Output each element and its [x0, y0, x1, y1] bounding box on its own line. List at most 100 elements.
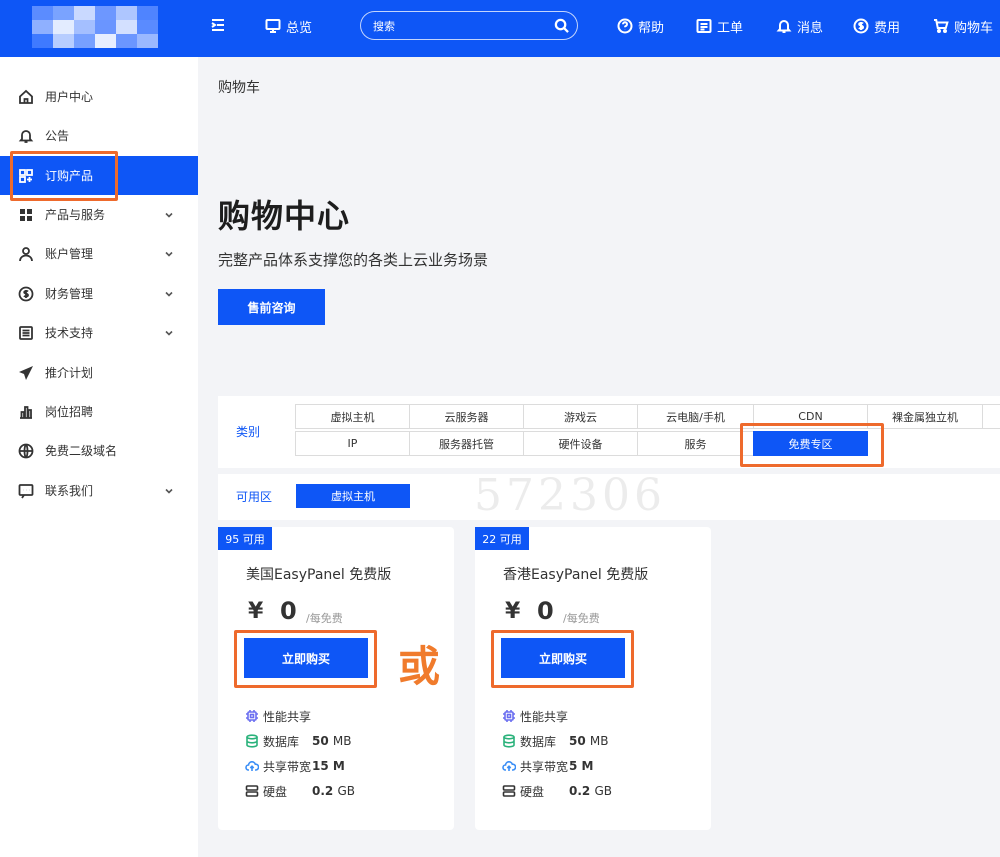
availability-badge: 22 可用: [475, 527, 529, 550]
feature-cpu: 性能共享: [245, 707, 311, 725]
feature-bandwidth: 共享带宽 15 M: [245, 757, 345, 775]
sidebar-item-label: 财务管理: [45, 287, 94, 301]
grid-icon: [20, 208, 32, 221]
category-virtual-host[interactable]: 虚拟主机: [295, 404, 410, 429]
chevron-down-icon: [165, 330, 173, 336]
category-more[interactable]: [982, 404, 1000, 429]
cart-icon: [934, 19, 949, 33]
sidebar-item-announcements[interactable]: 公告: [0, 116, 198, 155]
category-game-cloud[interactable]: 游戏云: [523, 404, 638, 429]
category-ip[interactable]: IP: [295, 431, 410, 456]
nav-overview-label: 总览: [286, 20, 313, 36]
sidebar-item-label: 订购产品: [45, 169, 94, 183]
top-bar: 总览 帮助 工单 消息 费用 购物车: [0, 0, 1000, 57]
nav-cart[interactable]: 购物车: [933, 16, 993, 36]
feature-value: 50: [569, 734, 586, 748]
bell-icon: [776, 20, 792, 33]
chevron-down-icon: [165, 212, 173, 218]
feature-cpu: 性能共享: [502, 707, 568, 725]
chat-icon: [18, 483, 34, 498]
price-value: 0: [280, 597, 297, 625]
nav-help-label: 帮助: [638, 20, 665, 36]
nav-ticket[interactable]: 工单: [696, 16, 743, 36]
feature-disk: 硬盘 0.2 GB: [245, 782, 355, 800]
category-colocation[interactable]: 服务器托管: [409, 431, 524, 456]
sidebar-item-label: 推介计划: [45, 366, 94, 380]
category-hardware[interactable]: 硬件设备: [523, 431, 638, 456]
presale-consult-button[interactable]: 售前咨询: [218, 289, 325, 325]
grid-plus-icon: [19, 168, 33, 183]
sidebar-item-label: 技术支持: [45, 326, 94, 340]
sidebar-item-order-products[interactable]: 订购产品: [0, 156, 198, 195]
sidebar-item-jobs[interactable]: 岗位招聘: [0, 392, 198, 431]
category-cloud-pc[interactable]: 云电脑/手机: [637, 404, 754, 429]
watermark-text: 572306: [474, 470, 666, 521]
globe-icon: [18, 443, 34, 458]
category-label: 类别: [236, 425, 261, 439]
feature-unit: GB: [337, 784, 355, 798]
price-currency: ¥: [248, 599, 264, 624]
cpu-icon: [246, 710, 258, 722]
sidebar-item-user-center[interactable]: 用户中心: [0, 77, 198, 116]
help-icon: [617, 18, 633, 34]
search-box[interactable]: [360, 11, 578, 40]
chevron-down-icon: [165, 291, 173, 297]
sidebar-item-label: 账户管理: [45, 247, 94, 261]
sidebar-item-free-domain[interactable]: 免费二级域名: [0, 431, 198, 470]
price-value: 0: [537, 597, 554, 625]
logo[interactable]: [32, 6, 158, 48]
price-currency: ¥: [505, 599, 521, 624]
home-icon: [19, 89, 33, 104]
feature-label: 共享带宽: [263, 759, 312, 774]
feature-bandwidth: 共享带宽 5 M: [502, 757, 593, 775]
feature-label: 硬盘: [263, 784, 288, 799]
sidebar-item-finance[interactable]: 财务管理: [0, 274, 198, 313]
price-unit: /每免费: [563, 612, 600, 625]
feature-unit: MB: [332, 734, 352, 748]
zone-label: 可用区: [236, 490, 273, 504]
category-free-zone[interactable]: 免费专区: [753, 431, 868, 456]
feature-label: 性能共享: [520, 709, 569, 724]
nav-overview[interactable]: 总览: [265, 16, 312, 36]
sidebar-item-referral[interactable]: 推介计划: [0, 353, 198, 392]
search-icon[interactable]: [554, 18, 569, 33]
dollar-icon: [853, 18, 869, 34]
chevron-down-icon: [165, 488, 173, 494]
database-icon: [246, 734, 258, 748]
feature-value: 50: [312, 734, 329, 748]
page-title: 购物中心: [218, 197, 351, 235]
feature-label: 数据库: [520, 734, 557, 749]
category-cdn[interactable]: CDN: [753, 404, 868, 429]
category-cloud-server[interactable]: 云服务器: [409, 404, 524, 429]
cloud-upload-icon: [502, 761, 516, 771]
monitor-icon: [265, 19, 281, 33]
send-icon: [19, 365, 33, 380]
nav-help[interactable]: 帮助: [617, 16, 664, 36]
dollar-icon: [18, 286, 34, 301]
nav-messages[interactable]: 消息: [776, 16, 823, 36]
nav-cart-label: 购物车: [954, 20, 994, 36]
feature-label: 共享带宽: [520, 759, 569, 774]
feature-database: 数据库 50 MB: [502, 732, 608, 750]
list-icon: [19, 325, 33, 340]
buy-now-button[interactable]: 立即购买: [501, 638, 625, 678]
zone-virtual-host-button[interactable]: 虚拟主机: [296, 484, 410, 508]
search-input[interactable]: [373, 18, 543, 34]
category-bare-metal[interactable]: 裸金属独立机: [867, 404, 983, 429]
buy-now-button[interactable]: 立即购买: [244, 638, 368, 678]
sidebar-item-account[interactable]: 账户管理: [0, 234, 198, 273]
menu-collapse-icon[interactable]: [210, 17, 226, 33]
sidebar-item-products-services[interactable]: 产品与服务: [0, 195, 198, 234]
feature-disk: 硬盘 0.2 GB: [502, 782, 612, 800]
harddisk-icon: [502, 785, 516, 797]
category-services[interactable]: 服务: [637, 431, 754, 456]
nav-fees[interactable]: 费用: [853, 16, 900, 36]
product-name: 香港EasyPanel 免费版: [503, 567, 649, 583]
or-annotation: 或: [398, 642, 441, 691]
sidebar-item-contact[interactable]: 联系我们: [0, 471, 198, 510]
sidebar-item-support[interactable]: 技术支持: [0, 313, 198, 352]
product-name: 美国EasyPanel 免费版: [246, 567, 392, 583]
feature-label: 硬盘: [520, 784, 545, 799]
sidebar-item-label: 用户中心: [45, 90, 94, 104]
feature-database: 数据库 50 MB: [245, 732, 351, 750]
